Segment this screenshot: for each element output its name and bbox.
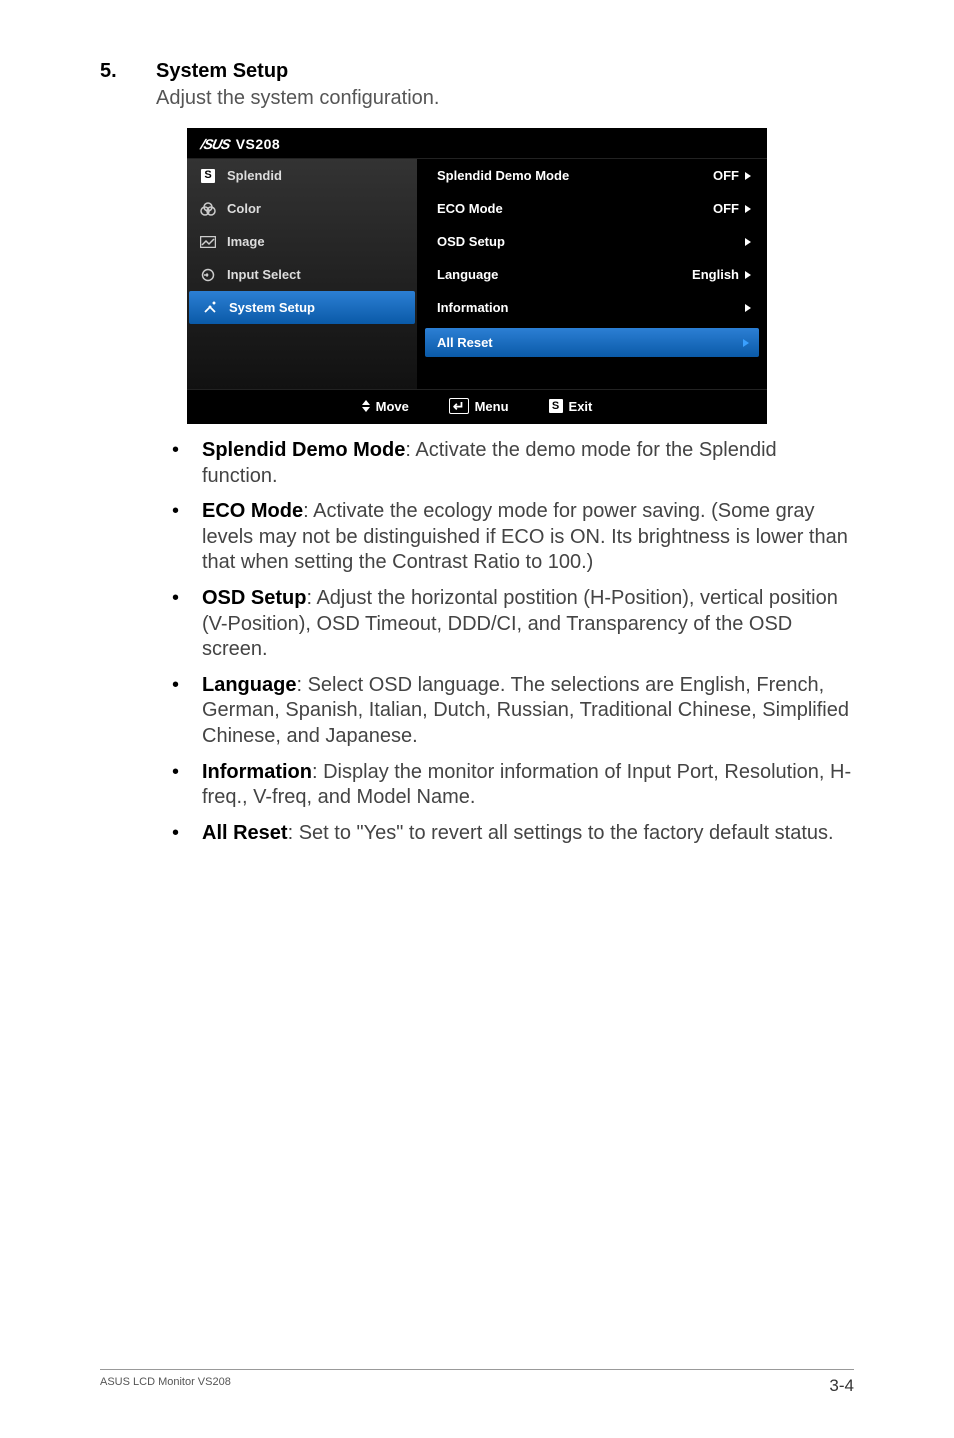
osd-panel: /SUS VS208 S Splendid Color [187,128,767,424]
enter-icon: ↵ [449,398,469,414]
sidebar-item-label: Splendid [227,168,282,183]
list-item: OSD Setup: Adjust the horizontal postiti… [156,586,854,663]
setting-row-splendid-demo[interactable]: Splendid Demo Mode OFF [417,159,767,192]
sidebar-item-label: System Setup [229,300,315,315]
list-item: All Reset: Set to "Yes" to revert all se… [156,821,854,847]
sidebar-item-color[interactable]: Color [187,192,417,225]
setting-value: OFF [713,201,739,216]
setting-row-all-reset[interactable]: All Reset [425,328,759,357]
s-badge-icon: S [549,399,563,413]
setting-value: English [692,267,739,282]
footer-left: ASUS LCD Monitor VS208 [100,1376,231,1396]
setting-row-osd-setup[interactable]: OSD Setup [417,225,767,258]
chevron-right-icon [745,238,751,246]
section-title: System Setup [156,60,288,83]
list-item: Language: Select OSD language. The selec… [156,673,854,750]
sidebar-item-system-setup[interactable]: System Setup [189,291,415,324]
sidebar-item-label: Image [227,234,265,249]
list-item: ECO Mode: Activate the ecology mode for … [156,499,854,576]
page-footer: ASUS LCD Monitor VS208 3-4 [100,1369,854,1396]
palette-icon [199,202,217,216]
chevron-right-icon [745,271,751,279]
hint-menu: ↵ Menu [449,398,509,414]
list-item: Information: Display the monitor informa… [156,760,854,811]
sidebar-item-label: Color [227,201,261,216]
tools-icon [201,301,219,315]
page-number: 3-4 [829,1376,854,1396]
osd-footer: Move ↵ Menu S Exit [187,389,767,424]
chevron-right-icon [745,304,751,312]
hint-exit: S Exit [549,399,593,414]
osd-model: VS208 [236,136,281,152]
osd-settings-pane: Splendid Demo Mode OFF ECO Mode OFF OSD … [417,159,767,389]
sidebar-item-splendid[interactable]: S Splendid [187,159,417,192]
input-icon [199,268,217,282]
setting-label: Information [437,300,509,315]
updown-icon [362,400,370,412]
hint-move: Move [362,399,409,414]
setting-row-language[interactable]: Language English [417,258,767,291]
list-item: Splendid Demo Mode: Activate the demo mo… [156,438,854,489]
osd-header: /SUS VS208 [187,128,767,159]
sidebar-item-image[interactable]: Image [187,225,417,258]
setting-label: ECO Mode [437,201,503,216]
brand-logo: /SUS [199,136,231,152]
sidebar-item-label: Input Select [227,267,301,282]
bullet-list: Splendid Demo Mode: Activate the demo mo… [156,438,854,846]
section-number: 5. [100,60,156,83]
setting-row-eco-mode[interactable]: ECO Mode OFF [417,192,767,225]
setting-label: Splendid Demo Mode [437,168,569,183]
chevron-right-icon [745,172,751,180]
setting-row-information[interactable]: Information [417,291,767,324]
osd-sidebar: S Splendid Color Image [187,159,417,389]
image-icon [199,235,217,249]
setting-label: All Reset [437,335,493,350]
sidebar-item-input-select[interactable]: Input Select [187,258,417,291]
setting-label: Language [437,267,498,282]
setting-label: OSD Setup [437,234,505,249]
setting-value: OFF [713,168,739,183]
chevron-right-icon [745,205,751,213]
s-badge-icon: S [199,169,217,183]
chevron-right-icon [743,339,749,347]
section-subtitle: Adjust the system configuration. [156,87,854,110]
